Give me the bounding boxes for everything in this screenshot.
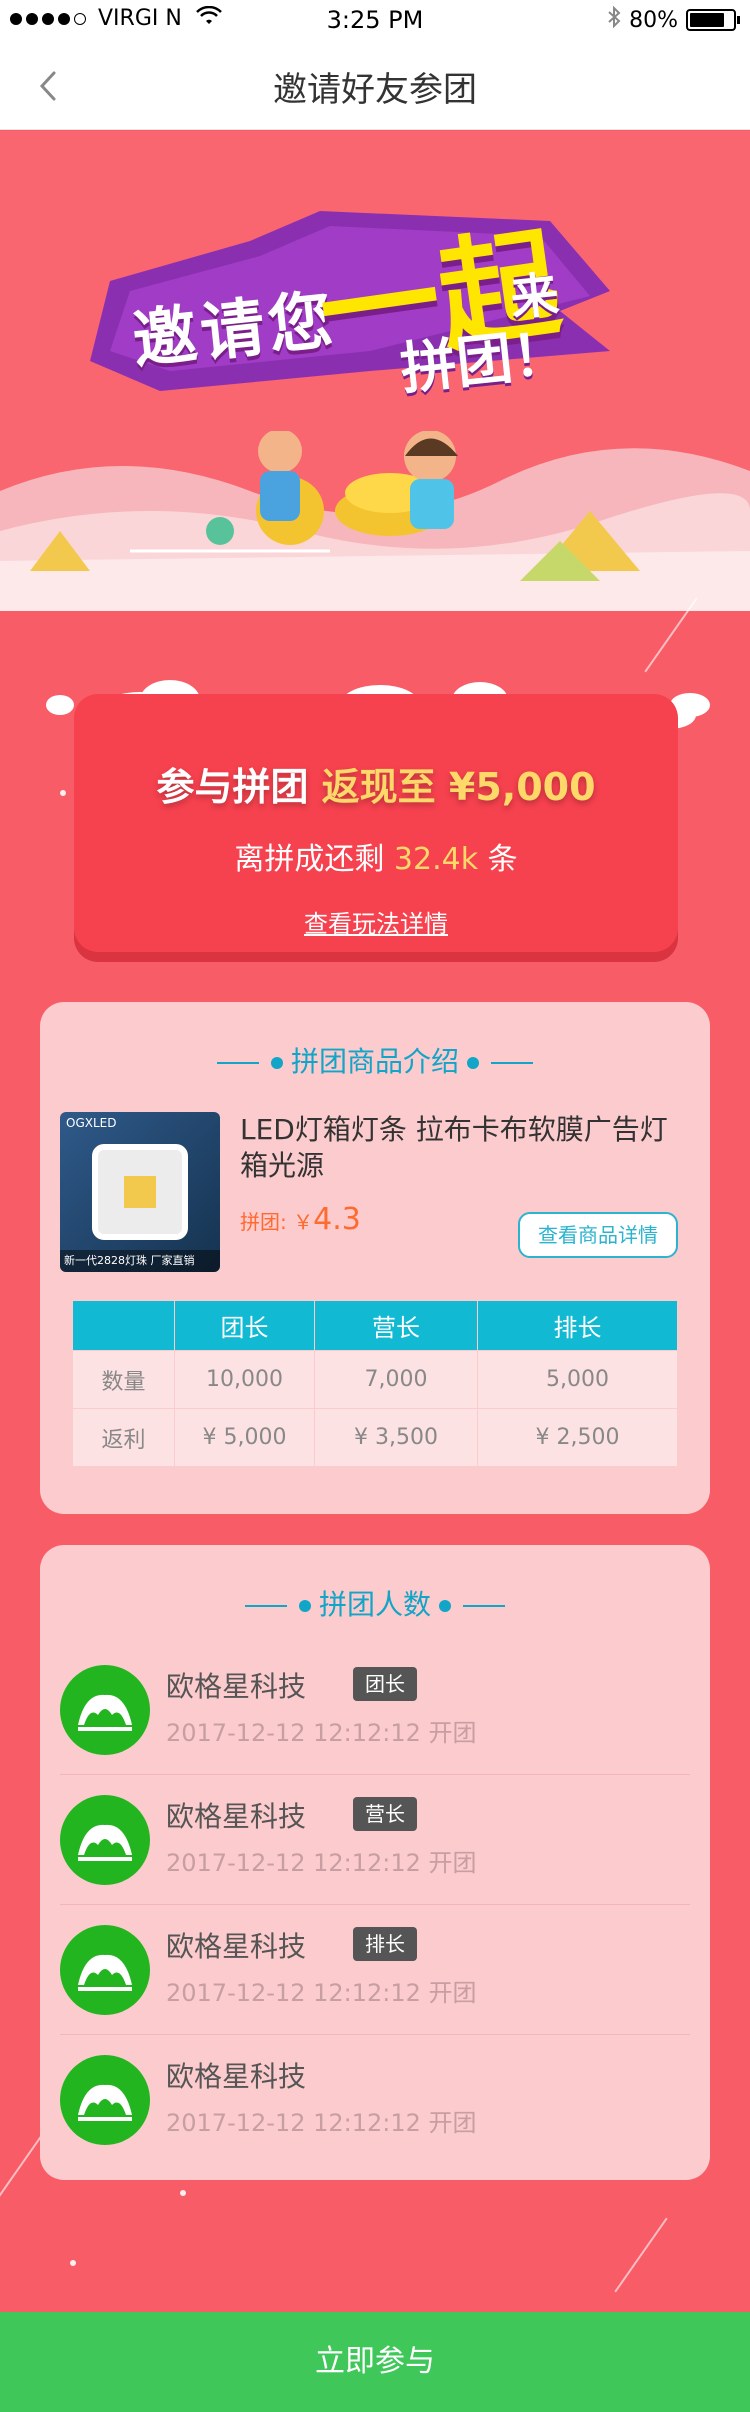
table-cell: ¥ 3,500 [314,1408,478,1467]
product-title[interactable]: LED灯箱灯条 拉布卡布软膜广告灯箱光源 [240,1112,690,1184]
list-item[interactable]: 欧格星科技 排长 2017-12-12 12:12:12 开团 [60,1905,690,2035]
sparkle [180,2190,186,2196]
table-row: 数量 10,000 7,000 5,000 [72,1350,678,1409]
member-time: 2017-12-12 12:12:12 开团 [166,1719,477,1747]
role-badge: 营长 [353,1797,417,1831]
remain-count: 32.4k [393,842,479,877]
rebate-remaining: 离拼成还剩 32.4k 条 [74,834,678,878]
table-cell: 7,000 [314,1350,478,1409]
member-time: 2017-12-12 12:12:12 开团 [166,1849,477,1877]
table-cell: 返利 [72,1408,175,1467]
table-cell: 10,000 [174,1350,315,1409]
table-header-row: 团长 营长 排长 [72,1300,678,1351]
member-name: 欧格星科技 [166,1930,307,1963]
member-name: 欧格星科技 [166,1800,307,1833]
avatar [60,1665,150,1755]
table-cell: 数量 [72,1350,175,1409]
header-line [491,1062,533,1064]
group-price: 拼团: ￥4.3 [240,1202,361,1237]
product-image[interactable]: OGXLED 新一代2828灯珠 厂家直销 [60,1112,220,1272]
remain-suffix: 条 [478,842,518,877]
table-cell: ¥ 2,500 [477,1408,678,1467]
header-line [244,1605,287,1607]
rebate-headline: 参与拼团 返现至 ¥5,000 [74,756,678,811]
avatar [60,1925,150,2015]
header-dot [270,1057,283,1069]
table-cell: 5,000 [477,1350,678,1409]
company-logo-icon [78,1694,132,1731]
sparkle [70,2260,76,2266]
table-row: 返利 ¥ 5,000 ¥ 3,500 ¥ 2,500 [72,1408,678,1467]
table-cell: ¥ 5,000 [174,1408,315,1467]
members-section-title: 拼团人数 [318,1588,431,1621]
avatar [60,2055,150,2145]
rebate-table: 团长 营长 排长 数量 10,000 7,000 5,000 返利 ¥ 5,00… [72,1300,678,1467]
page-title: 邀请好友参团 [273,70,477,110]
remain-prefix: 离拼成还剩 [234,842,394,877]
hero-banner: 邀请您 一起 来 拼团！ [0,131,750,611]
goods-section-header: 拼团商品介绍 [40,1040,710,1080]
nav-bar: 邀请好友参团 [0,40,750,130]
battery-icon [686,9,740,31]
role-badge: 团长 [353,1667,417,1701]
thumb-brand: OGXLED [66,1116,117,1130]
battery-fill [690,13,724,27]
member-name: 欧格星科技 [166,2060,307,2093]
avatar [60,1795,150,1885]
member-time: 2017-12-12 12:12:12 开团 [166,1979,477,2007]
status-right: 80% [607,5,740,34]
member-time: 2017-12-12 12:12:12 开团 [166,2109,477,2137]
goods-section-title: 拼团商品介绍 [290,1045,459,1078]
rebate-prefix: 参与拼团 [156,765,322,809]
bluetooth-icon [607,5,621,34]
members-section-header: 拼团人数 [40,1583,710,1623]
company-logo-icon [78,1954,132,1991]
light-streak [614,2217,668,2293]
price-value: 4.3 [313,1202,361,1237]
join-now-button[interactable]: 立即参与 [0,2312,750,2412]
header-dot [298,1600,311,1612]
rebate-amount: 返现至 ¥5,000 [321,765,596,809]
member-name: 欧格星科技 [166,1670,307,1703]
table-header-cell: 团长 [174,1300,315,1351]
members-panel: 拼团人数 欧格星科技 团长 2017-12-12 12:12:12 开团 欧格星… [40,1545,710,2180]
list-item[interactable]: 欧格星科技 2017-12-12 12:12:12 开团 [60,2035,690,2165]
header-dot [439,1600,451,1612]
thumb-tag: 新一代2828灯珠 厂家直销 [60,1250,220,1272]
status-bar: VIRGI N 3:25 PM 80% [0,0,750,40]
table-header-cell: 排长 [477,1300,678,1351]
table-header-cell: 营长 [314,1300,478,1351]
company-logo-icon [78,1824,132,1861]
list-item[interactable]: 欧格星科技 团长 2017-12-12 12:12:12 开团 [60,1645,690,1775]
price-label: 拼团: ￥ [240,1210,314,1234]
rebate-card: 参与拼团 返现至 ¥5,000 离拼成还剩 32.4k 条 查看玩法详情 [74,694,678,952]
table-header-cell [72,1300,175,1351]
battery-percent: 80% [629,7,678,33]
led-chip-graphic [92,1144,188,1240]
header-dot [467,1057,479,1069]
company-logo-icon [78,2084,132,2121]
sparkle [60,790,66,796]
header-line [216,1062,259,1064]
product-details-button[interactable]: 查看商品详情 [518,1212,678,1258]
header-line [463,1605,505,1607]
role-badge: 排长 [353,1927,417,1961]
goods-panel: 拼团商品介绍 OGXLED 新一代2828灯珠 厂家直销 LED灯箱灯条 拉布卡… [40,1002,710,1514]
list-item[interactable]: 欧格星科技 营长 2017-12-12 12:12:12 开团 [60,1775,690,1905]
play-details-link[interactable]: 查看玩法详情 [74,904,678,939]
hero-illustration [0,431,750,611]
